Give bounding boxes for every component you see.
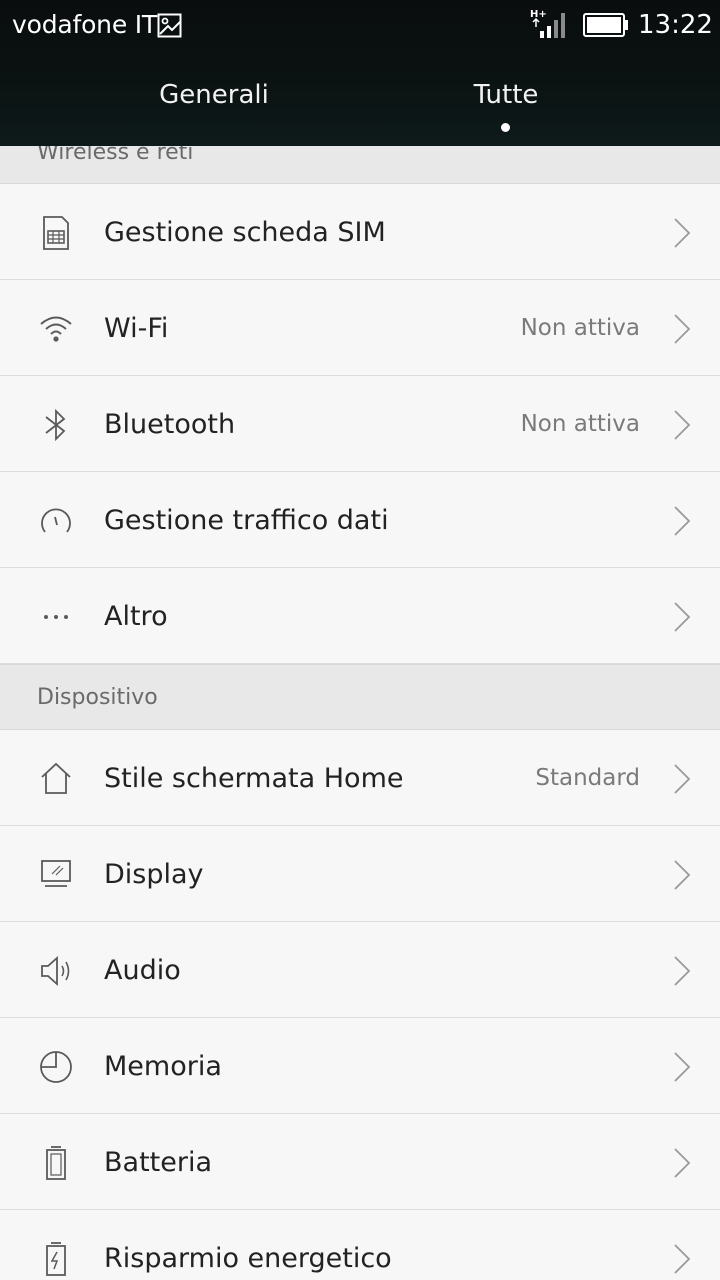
section-header-wireless: Wireless e reti — [0, 146, 720, 184]
wifi-icon — [38, 311, 74, 347]
storage-pie-icon — [38, 1049, 74, 1085]
chevron-right-icon — [672, 217, 692, 249]
battery-icon — [38, 1145, 74, 1181]
signal-strength-icon: H+ — [530, 8, 570, 40]
status-bar: vodafone IT H+ 13:22 — [0, 0, 720, 52]
power-saving-icon — [38, 1241, 74, 1277]
settings-item-value: Standard — [535, 765, 640, 791]
chevron-right-icon — [672, 1051, 692, 1083]
settings-item-value: Non attiva — [520, 411, 640, 437]
clock: 13:22 — [638, 10, 713, 40]
chevron-right-icon — [672, 763, 692, 795]
settings-item-wifi[interactable]: Wi-Fi Non attiva — [0, 280, 720, 376]
settings-item-power-saving[interactable]: Risparmio energetico — [0, 1210, 720, 1280]
settings-item-sim[interactable]: Gestione scheda SIM — [0, 184, 720, 280]
settings-item-label: Batteria — [104, 1147, 212, 1178]
settings-item-bluetooth[interactable]: Bluetooth Non attiva — [0, 376, 720, 472]
battery-status-icon — [583, 13, 629, 37]
settings-item-label: Gestione traffico dati — [104, 505, 389, 536]
section-title: Wireless e reti — [37, 146, 194, 165]
settings-item-label: Altro — [104, 601, 168, 632]
tab-generali[interactable]: Generali — [114, 80, 314, 110]
chevron-right-icon — [672, 1243, 692, 1275]
settings-item-label: Memoria — [104, 1051, 222, 1082]
settings-item-label: Risparmio energetico — [104, 1243, 392, 1274]
chevron-right-icon — [672, 1147, 692, 1179]
data-usage-icon — [38, 503, 74, 539]
settings-item-display[interactable]: Display — [0, 826, 720, 922]
settings-item-battery[interactable]: Batteria — [0, 1114, 720, 1210]
settings-item-storage[interactable]: Memoria — [0, 1018, 720, 1114]
settings-item-label: Wi-Fi — [104, 313, 169, 344]
settings-item-label: Audio — [104, 955, 181, 986]
chevron-right-icon — [672, 313, 692, 345]
chevron-right-icon — [672, 505, 692, 537]
carrier-name: vodafone IT — [12, 10, 157, 39]
display-icon — [38, 857, 74, 893]
section-header-dispositivo: Dispositivo — [0, 664, 720, 730]
more-icon — [38, 599, 74, 635]
bluetooth-icon — [38, 407, 74, 443]
settings-item-home-style[interactable]: Stile schermata Home Standard — [0, 730, 720, 826]
settings-list: Wireless e reti Gestione scheda SIM Wi-F… — [0, 146, 720, 1280]
settings-item-audio[interactable]: Audio — [0, 922, 720, 1018]
tab-bar: Generali Tutte — [0, 68, 720, 146]
settings-item-label: Bluetooth — [104, 409, 236, 440]
settings-item-label: Gestione scheda SIM — [104, 217, 386, 248]
selected-tab-indicator — [501, 123, 510, 132]
tab-tutte[interactable]: Tutte — [406, 80, 606, 110]
settings-item-label: Stile schermata Home — [104, 763, 404, 794]
home-icon — [38, 761, 74, 797]
speaker-icon — [38, 953, 74, 989]
settings-item-more[interactable]: Altro — [0, 568, 720, 664]
settings-item-value: Non attiva — [520, 315, 640, 341]
settings-item-data-usage[interactable]: Gestione traffico dati — [0, 472, 720, 568]
chevron-right-icon — [672, 601, 692, 633]
chevron-right-icon — [672, 955, 692, 987]
sim-card-icon — [38, 215, 74, 251]
chevron-right-icon — [672, 409, 692, 441]
chevron-right-icon — [672, 859, 692, 891]
top-bar: vodafone IT H+ 13:22 Generali Tutte — [0, 0, 720, 146]
section-title: Dispositivo — [37, 685, 158, 710]
network-type-label: H+ — [530, 9, 547, 20]
picture-notification-icon — [157, 13, 182, 38]
settings-item-label: Display — [104, 859, 204, 890]
